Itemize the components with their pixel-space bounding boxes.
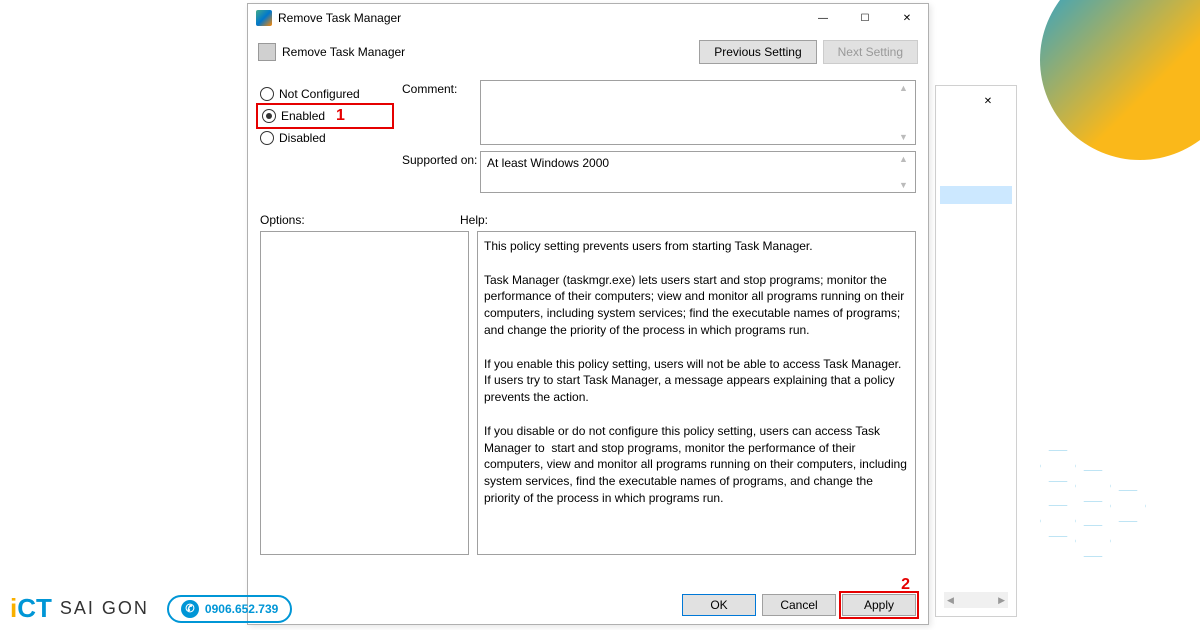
radio-label: Not Configured xyxy=(279,87,360,101)
radio-icon xyxy=(260,131,274,145)
radio-icon xyxy=(262,109,276,123)
radio-not-configured[interactable]: Not Configured xyxy=(260,84,390,104)
window-title: Remove Task Manager xyxy=(278,11,802,25)
scroll-arrows[interactable]: ▲▼ xyxy=(899,154,913,190)
policy-subtitle: Remove Task Manager xyxy=(282,45,405,59)
radio-label: Disabled xyxy=(279,131,326,145)
close-button[interactable]: ✕ xyxy=(886,4,928,32)
previous-setting-button[interactable]: Previous Setting xyxy=(699,40,816,64)
scroll-arrows[interactable]: ▲▼ xyxy=(899,83,913,142)
supported-box: At least Windows 2000 ▲▼ xyxy=(480,151,916,193)
radio-icon xyxy=(260,87,274,101)
help-panel: This policy setting prevents users from … xyxy=(477,231,916,555)
minimize-button[interactable]: — xyxy=(802,4,844,32)
annotation-1: 1 xyxy=(336,107,345,125)
bg-selected-row xyxy=(940,186,1012,204)
titlebar: Remove Task Manager — ☐ ✕ xyxy=(248,4,928,32)
help-text: This policy setting prevents users from … xyxy=(484,239,910,505)
supported-label: Supported on: xyxy=(402,151,480,193)
window-icon xyxy=(256,10,272,26)
options-label: Options: xyxy=(260,213,460,227)
comment-input[interactable]: ▲▼ xyxy=(480,80,916,145)
annotation-2: 2 xyxy=(901,576,910,594)
phone-badge: ✆ 0906.652.739 xyxy=(167,595,292,623)
apply-button[interactable]: Apply xyxy=(842,594,916,616)
next-setting-button[interactable]: Next Setting xyxy=(823,40,918,64)
policy-icon xyxy=(258,43,276,61)
cancel-button[interactable]: Cancel xyxy=(762,594,836,616)
background-window: ✕ ◀▶ xyxy=(935,85,1017,617)
maximize-button[interactable]: ☐ xyxy=(844,4,886,32)
bg-close-icon[interactable]: ✕ xyxy=(968,89,1008,113)
brand-logo: iCT SAI GON ✆ 0906.652.739 xyxy=(10,593,292,624)
ok-button[interactable]: OK xyxy=(682,594,756,616)
phone-icon: ✆ xyxy=(181,600,199,618)
policy-dialog: Remove Task Manager — ☐ ✕ Remove Task Ma… xyxy=(247,3,929,625)
bg-scrollbar[interactable]: ◀▶ xyxy=(944,592,1008,608)
decorative-hexagons xyxy=(1000,450,1180,590)
radio-disabled[interactable]: Disabled xyxy=(260,128,390,148)
radio-label: Enabled xyxy=(281,109,325,123)
radio-enabled[interactable]: Enabled 1 xyxy=(256,103,394,129)
decorative-curve xyxy=(1040,0,1200,160)
comment-label: Comment: xyxy=(402,80,480,145)
help-label: Help: xyxy=(460,213,488,227)
options-panel xyxy=(260,231,469,555)
